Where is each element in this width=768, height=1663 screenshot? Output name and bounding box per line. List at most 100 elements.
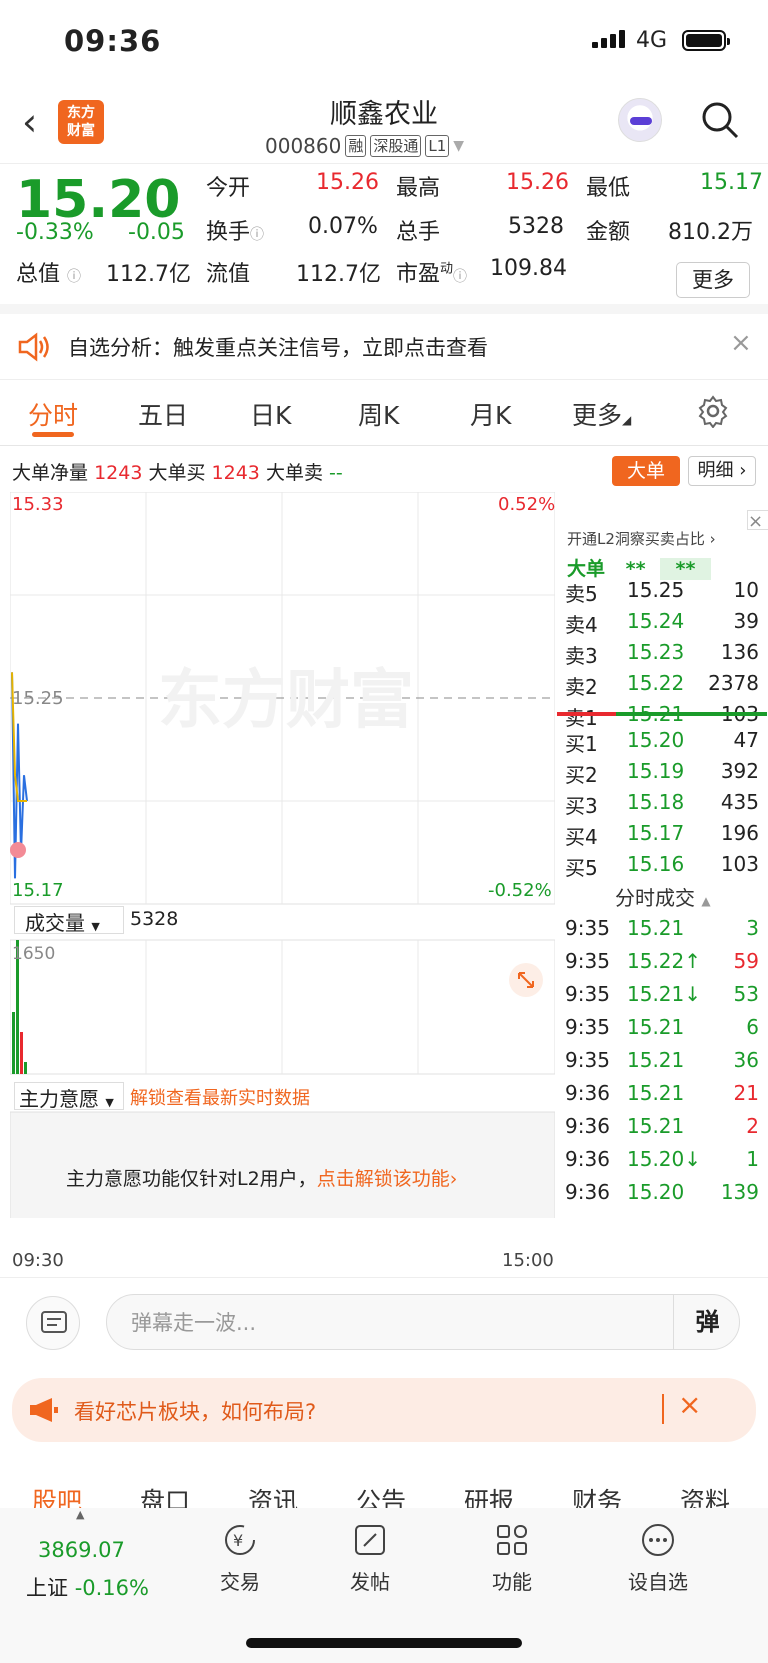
tag-connect: 深股通 (370, 135, 422, 157)
tick-price: 15.21 (627, 1081, 685, 1105)
caret-down-icon: ▼ (453, 138, 465, 154)
open-value: 15.26 (316, 170, 379, 195)
ask-volume: 2378 (708, 671, 759, 695)
comment-list-icon[interactable] (26, 1296, 80, 1350)
promo-banner[interactable]: 看好芯片板块，如何布局? × (12, 1378, 756, 1442)
high-value: 15.26 (506, 170, 569, 195)
change-amount: -0.05 (128, 220, 185, 245)
tick-price: 15.20↓ (627, 1147, 702, 1171)
tick-volume: 53 (733, 982, 759, 1006)
chart-tabs: 分时 五日 日K 周K 月K 更多◢ (0, 380, 768, 446)
index-line[interactable]: 上证 -0.16% (26, 1572, 149, 1602)
bid-price: 15.18 (627, 790, 685, 814)
big-order-summary: 大单净量 1243 大单买 1243 大单卖 -- (12, 462, 343, 484)
index-value[interactable]: 3869.07 (38, 1538, 125, 1562)
tab-monthly-k[interactable]: 月K (470, 396, 511, 432)
tab-weekly-k[interactable]: 周K (358, 396, 399, 432)
ask-price: 15.22 (627, 671, 685, 695)
tick-row: 9:35 15.22↑ 59 (565, 949, 765, 981)
tick-row: 9:36 15.21 21 (565, 1081, 765, 1113)
trade-button[interactable]: ¥ 交易 (190, 1520, 290, 1595)
volume-selector[interactable]: 成交量 ▼ (14, 906, 124, 935)
big-order-button[interactable]: 大单 (612, 456, 680, 486)
close-icon[interactable]: × (730, 328, 752, 358)
ticks-title[interactable]: 分时成交 ▲ (615, 882, 711, 911)
ask-row: 卖2 15.22 2378 (565, 671, 765, 703)
robot-avatar-icon[interactable] (618, 98, 662, 142)
danmaku-button[interactable]: 弹 (673, 1295, 741, 1349)
open-label: 今开 (206, 176, 251, 201)
status-bar: 09:36 4G (0, 0, 768, 84)
volume-label: 总手 (396, 220, 441, 245)
stock-code: 000860 (265, 134, 342, 158)
info-icon: ⓘ (453, 269, 468, 285)
function-button[interactable]: 功能 (462, 1520, 562, 1595)
l2-promo[interactable]: 开通L2洞察买卖占比 › (567, 528, 716, 549)
tick-label: 9:36 (565, 1081, 610, 1105)
tab-intraday[interactable]: 分时 (28, 396, 78, 432)
banner-close-icon[interactable]: × (678, 1388, 701, 1421)
tick-label: 9:35 (565, 1048, 610, 1072)
notice-text: 自选分析：触发重点关注信号，立即点击查看 (68, 336, 488, 360)
network-label: 4G (636, 28, 668, 53)
promo-close-icon[interactable]: × (747, 510, 768, 532)
stock-code-line[interactable]: 000860 融 深股通 L1 ▼ (265, 134, 464, 158)
tick-volume: 2 (746, 1114, 759, 1138)
search-icon[interactable] (700, 100, 740, 140)
danmaku-input[interactable]: 弹幕走一波... 弹 (106, 1294, 740, 1350)
tick-label: 9:35 (565, 949, 610, 973)
float-cap-value: 112.7亿 (296, 262, 381, 287)
main-force-selector[interactable]: 主力意愿 ▼ (14, 1082, 124, 1111)
bid-label: 买3 (565, 794, 598, 818)
tick-volume: 139 (720, 1180, 759, 1204)
ask-label: 卖4 (565, 613, 598, 637)
settings-gear-icon[interactable] (696, 394, 730, 428)
time-end-label: 15:00 (502, 1250, 554, 1271)
low-label: 最低 (586, 176, 631, 201)
status-time: 09:36 (64, 24, 162, 58)
total-cap-label: 总值 ⓘ (16, 262, 82, 287)
tick-price: 15.21 (627, 1015, 685, 1039)
big-order-bar: 大单净量 1243 大单买 1243 大单卖 -- 大单 明细 › (0, 446, 768, 492)
bid-volume: 47 (733, 728, 759, 752)
bid-label: 买2 (565, 763, 598, 787)
turnover-value: 0.07% (308, 214, 378, 239)
tick-price: 15.21 (627, 1114, 685, 1138)
tab-daily-k[interactable]: 日K (250, 396, 291, 432)
more-dots-icon (642, 1524, 674, 1556)
tick-volume: 6 (746, 1015, 759, 1039)
tick-row: 9:35 15.21 36 (565, 1048, 765, 1080)
detail-button[interactable]: 明细 › (688, 456, 756, 486)
bid-label: 买5 (565, 856, 598, 880)
expand-icon[interactable] (508, 962, 544, 998)
post-button[interactable]: 发帖 (320, 1520, 420, 1595)
unlock-feature-link[interactable]: 点击解锁该功能 (317, 1168, 450, 1190)
info-icon: ⓘ (250, 227, 265, 243)
intraday-chart-area: 东方财富 15.33 0.52% 15.25 15.17 -0.52% 成交量 … (0, 492, 768, 1278)
change-percent: -0.33% (16, 220, 94, 245)
stock-header: ‹ 东方 财富 顺鑫农业 000860 融 深股通 L1 ▼ (0, 84, 768, 164)
float-cap-label: 流值 (206, 262, 251, 287)
signal-icon (592, 30, 625, 48)
unlock-realtime-link[interactable]: 解锁查看最新实时数据 (130, 1084, 310, 1110)
analysis-notice[interactable]: 自选分析：触发重点关注信号，立即点击查看 × (0, 314, 768, 380)
info-icon: ⓘ (67, 269, 82, 285)
tick-row: 9:35 15.21↓ 53 (565, 982, 765, 1014)
big-order-ratio: 大单 ** ** (567, 554, 712, 581)
tick-volume: 21 (733, 1081, 759, 1105)
tick-row: 9:35 15.21 3 (565, 916, 765, 948)
tick-price: 15.21 (627, 916, 685, 940)
bid-row: 买2 15.19 392 (565, 759, 765, 791)
ask-row: 卖3 15.23 136 (565, 640, 765, 672)
bottom-price-label: 15.17 (12, 880, 64, 901)
bid-price: 15.16 (627, 852, 685, 876)
add-watchlist-button[interactable]: 设自选 (608, 1520, 708, 1595)
bid-label: 买4 (565, 825, 598, 849)
more-button[interactable]: 更多 (676, 262, 750, 298)
ask-row: 卖5 15.25 10 (565, 578, 765, 610)
tab-more[interactable]: 更多◢ (572, 396, 631, 432)
tick-label: 9:36 (565, 1114, 610, 1138)
tab-five-day[interactable]: 五日 (138, 396, 188, 432)
turnover-label: 换手ⓘ (206, 220, 265, 245)
bid-row: 买4 15.17 196 (565, 821, 765, 853)
